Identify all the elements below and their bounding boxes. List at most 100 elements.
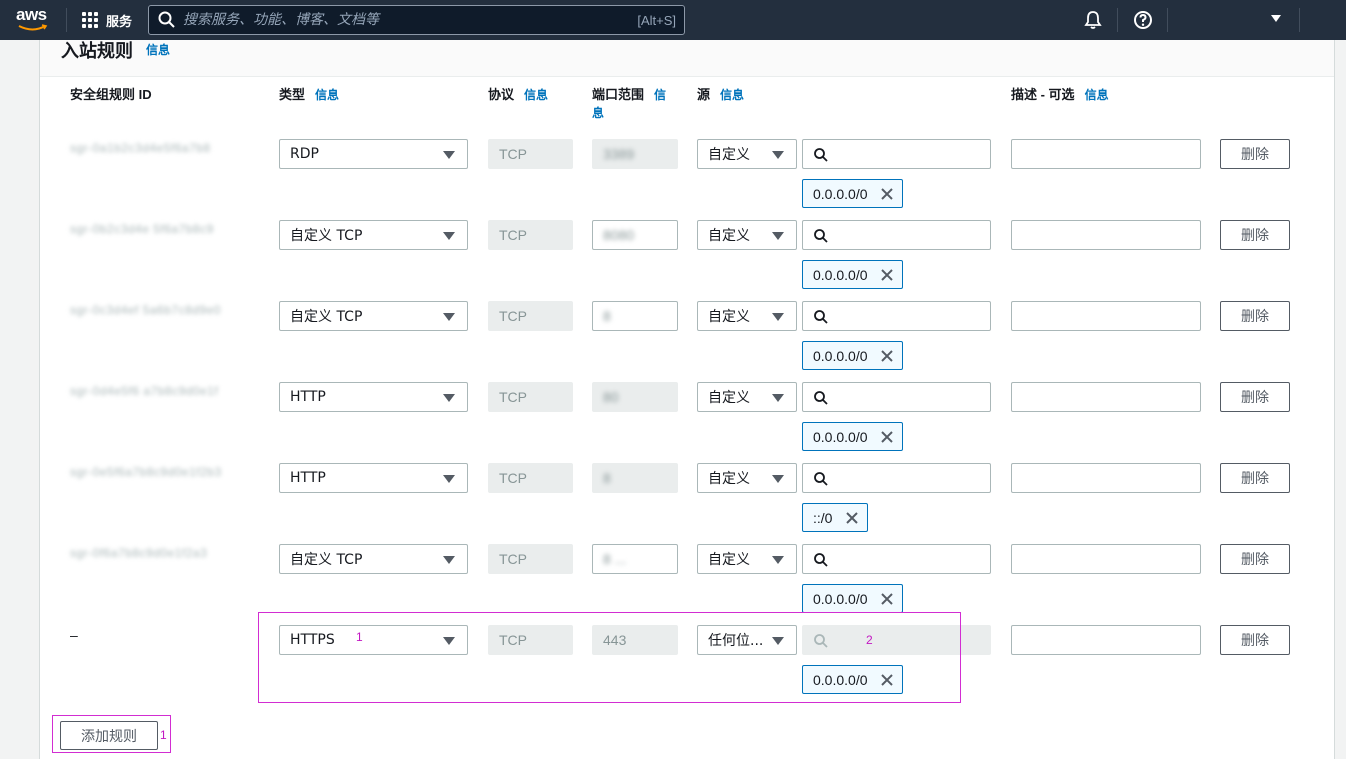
- close-icon[interactable]: [879, 348, 895, 364]
- rule-id: sgr-0f6a7b8c9d0e1f2a3: [70, 546, 208, 560]
- source-search-input[interactable]: [802, 139, 991, 169]
- cidr-token: 0.0.0.0/0: [802, 422, 903, 451]
- column-header-source: 源信息: [697, 87, 745, 102]
- description-input[interactable]: [1011, 382, 1201, 412]
- type-select[interactable]: 自定义 TCP: [279, 301, 468, 331]
- protocol-info-link[interactable]: 信息: [524, 88, 548, 102]
- port-range-input[interactable]: 8 ...: [592, 544, 678, 574]
- port-range-field: 80: [592, 382, 678, 412]
- caret-down-icon: [772, 475, 784, 483]
- delete-button[interactable]: 删除: [1220, 544, 1290, 574]
- protocol-field: TCP: [488, 139, 573, 169]
- aws-logo-text: aws: [16, 5, 47, 24]
- source-search-input[interactable]: [802, 220, 991, 250]
- source-info-link[interactable]: 信息: [720, 88, 744, 102]
- port-range-field: 3389: [592, 139, 678, 169]
- nav-divider: [1167, 8, 1168, 32]
- protocol-field: TCP: [488, 463, 573, 493]
- source-type-select[interactable]: 自定义: [697, 301, 797, 331]
- panel-title-info-link[interactable]: 信息: [146, 41, 170, 58]
- grid-icon: [82, 12, 98, 28]
- aws-logo[interactable]: aws: [16, 6, 52, 34]
- caret-down-icon: [772, 313, 784, 321]
- column-header-port-range: 端口范围信: [592, 87, 667, 102]
- close-icon[interactable]: [879, 429, 895, 445]
- bell-icon[interactable]: [1083, 10, 1103, 30]
- description-input[interactable]: [1011, 220, 1201, 250]
- annotation-number: 1: [356, 630, 363, 644]
- protocol-field: TCP: [488, 382, 573, 412]
- delete-button[interactable]: 删除: [1220, 220, 1290, 250]
- type-select[interactable]: RDP: [279, 139, 468, 169]
- cidr-token: 0.0.0.0/0: [802, 584, 903, 613]
- description-input[interactable]: [1011, 139, 1201, 169]
- port-range-info-link-wrap[interactable]: 息: [592, 106, 604, 120]
- delete-button[interactable]: 删除: [1220, 625, 1290, 655]
- delete-button[interactable]: 删除: [1220, 382, 1290, 412]
- type-select[interactable]: 自定义 TCP: [279, 220, 468, 250]
- close-icon[interactable]: [879, 591, 895, 607]
- global-search-input[interactable]: [183, 12, 638, 28]
- description-input[interactable]: [1011, 301, 1201, 331]
- cidr-token: 0.0.0.0/0: [802, 341, 903, 370]
- source-type-select[interactable]: 自定义: [697, 382, 797, 412]
- type-select[interactable]: 自定义 TCP: [279, 544, 468, 574]
- description-input[interactable]: [1011, 463, 1201, 493]
- column-header-type: 类型 信息: [279, 87, 340, 102]
- type-select[interactable]: HTTP: [279, 382, 468, 412]
- source-type-select[interactable]: 自定义: [697, 463, 797, 493]
- annotation-highlight-box: [258, 612, 961, 703]
- caret-down-icon: [443, 475, 455, 483]
- global-search-box[interactable]: [Alt+S]: [148, 5, 685, 35]
- panel-title: 入站规则: [61, 41, 133, 61]
- port-range-info-link[interactable]: 信: [654, 88, 666, 102]
- delete-button[interactable]: 删除: [1220, 463, 1290, 493]
- search-icon: [814, 472, 828, 486]
- search-icon: [814, 229, 828, 243]
- caret-down-icon: [443, 394, 455, 402]
- type-info-link[interactable]: 信息: [315, 88, 339, 102]
- description-info-link[interactable]: 信息: [1085, 88, 1109, 102]
- source-search-input[interactable]: [802, 463, 991, 493]
- type-select[interactable]: HTTP: [279, 463, 468, 493]
- column-header-port-range-info-wrap: 息: [592, 104, 604, 121]
- source-type-select[interactable]: 自定义: [697, 544, 797, 574]
- cidr-token: ::/0: [802, 503, 868, 532]
- close-icon[interactable]: [844, 510, 860, 526]
- source-search-input[interactable]: [802, 382, 991, 412]
- delete-button[interactable]: 删除: [1220, 301, 1290, 331]
- source-search-input[interactable]: [802, 544, 991, 574]
- column-header-description: 描述 - 可选 信息: [1011, 87, 1109, 102]
- delete-button[interactable]: 删除: [1220, 139, 1290, 169]
- description-input[interactable]: [1011, 544, 1201, 574]
- annotation-number: 1: [160, 728, 167, 742]
- rule-id: sgr-0c3d4ef 5a6b7c8d9e0: [70, 303, 221, 317]
- panel-header: 入站规则 信息: [40, 40, 1334, 77]
- caret-down-icon: [772, 151, 784, 159]
- port-range-input[interactable]: 8080: [592, 220, 678, 250]
- protocol-field: TCP: [488, 220, 573, 250]
- close-icon[interactable]: [879, 267, 895, 283]
- description-input[interactable]: [1011, 625, 1201, 655]
- protocol-field: TCP: [488, 301, 573, 331]
- top-navigation-bar: aws 服务 [Alt+S]: [0, 0, 1346, 40]
- caret-down-icon: [443, 556, 455, 564]
- search-icon: [814, 553, 828, 567]
- source-type-select[interactable]: 自定义: [697, 220, 797, 250]
- caret-down-icon: [772, 232, 784, 240]
- port-range-input[interactable]: 8: [592, 301, 678, 331]
- source-search-input[interactable]: [802, 301, 991, 331]
- search-icon: [814, 148, 828, 162]
- nav-divider: [1299, 8, 1300, 32]
- column-header-rule-id: 安全组规则 ID: [70, 87, 152, 102]
- caret-down-icon: [443, 313, 455, 321]
- help-icon[interactable]: [1133, 10, 1153, 30]
- close-icon[interactable]: [879, 186, 895, 202]
- source-type-select[interactable]: 自定义: [697, 139, 797, 169]
- rule-id: sgr-0a1b2c3d4e5f6a7b8: [70, 141, 211, 155]
- rule-id: sgr-0e5f6a7b8c9d0e1f2b3: [70, 465, 222, 479]
- cidr-token: 0.0.0.0/0: [802, 179, 903, 208]
- services-menu-button[interactable]: 服务: [82, 0, 132, 40]
- account-menu-caret-icon[interactable]: [1271, 15, 1281, 22]
- port-range-field: 8: [592, 463, 678, 493]
